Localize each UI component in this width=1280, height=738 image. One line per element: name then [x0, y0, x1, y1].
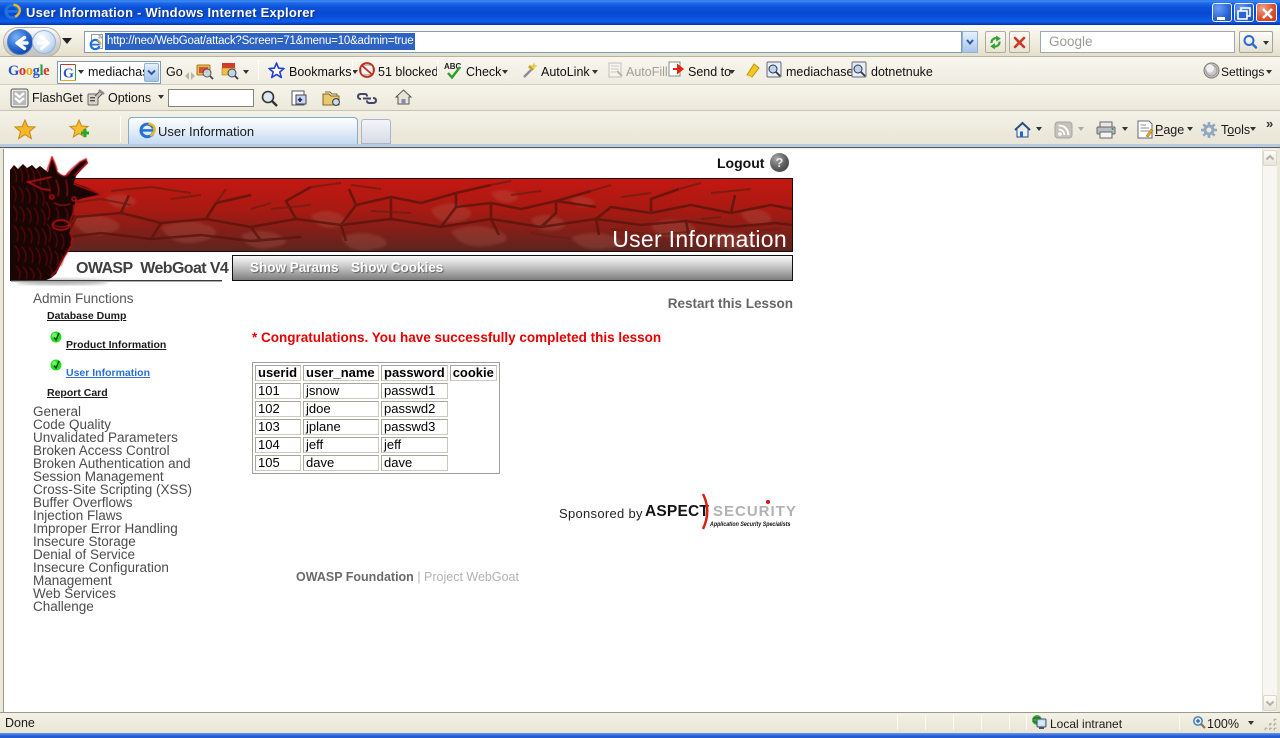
svg-text:G: G: [63, 67, 74, 82]
